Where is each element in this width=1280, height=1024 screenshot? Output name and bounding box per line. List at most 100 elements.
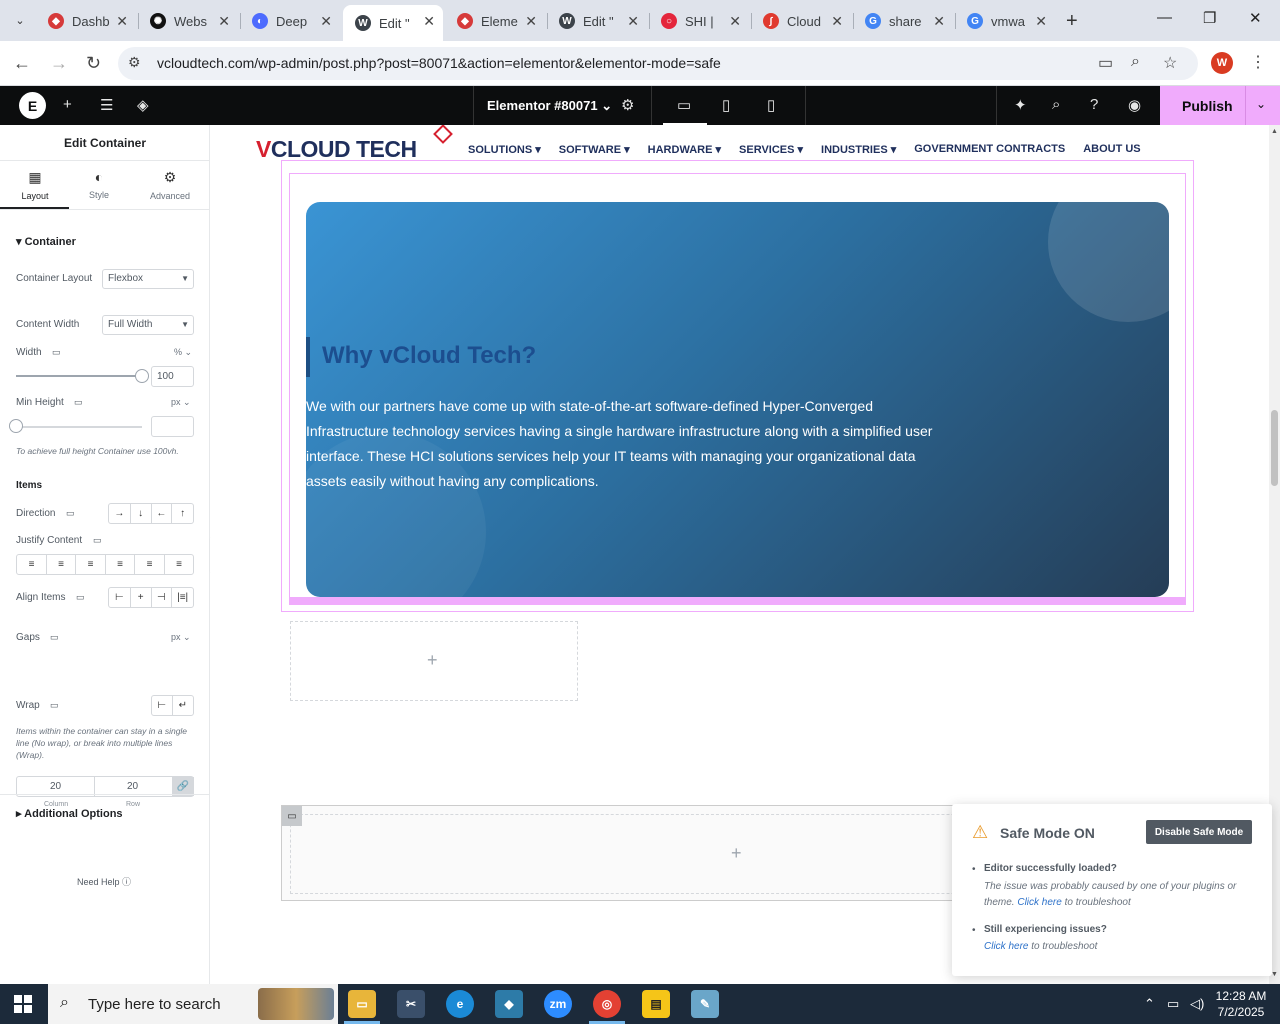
scroll-up-icon[interactable]: ▲ <box>1271 128 1278 135</box>
align-center-icon[interactable]: + <box>131 588 152 607</box>
bookmark-star-icon[interactable]: ☆ <box>1163 53 1177 73</box>
taskbar-search[interactable]: ⌕ Type here to search <box>48 984 338 1024</box>
taskbar-clock[interactable]: 12:28 AM 7/2/2025 <box>1210 988 1272 1020</box>
browser-tab[interactable]: G vmwa ✕ <box>955 5 1055 37</box>
direction-row-icon[interactable]: → <box>109 504 131 523</box>
nav-item-industries[interactable]: INDUSTRIES ▾ <box>821 143 896 156</box>
scrollbar-thumb[interactable] <box>1271 410 1278 486</box>
url-text[interactable]: vcloudtech.com/wp-admin/post.php?post=80… <box>157 55 721 71</box>
browser-tab-active[interactable]: W Edit " ✕ <box>343 5 443 41</box>
browser-tab[interactable]: ◆ Dashb ✕ <box>36 5 136 37</box>
browser-tab[interactable]: ◐ Deep ✕ <box>240 5 340 37</box>
site-logo[interactable]: VCLOUD TECH <box>256 136 417 163</box>
hero-heading[interactable]: Why vCloud Tech? <box>322 342 536 370</box>
close-tab-icon[interactable]: ✕ <box>218 13 230 30</box>
close-tab-icon[interactable]: ✕ <box>116 13 128 30</box>
responsive-monitor-icon[interactable]: ▭ <box>76 592 85 603</box>
app-diamond-icon[interactable]: ◆ <box>495 990 523 1018</box>
direction-column-reverse-icon[interactable]: ↑ <box>172 504 193 523</box>
width-input[interactable]: 100 <box>151 366 194 387</box>
browser-tab[interactable]: G share ✕ <box>853 5 953 37</box>
container-handle-icon[interactable]: ▭ <box>282 806 302 826</box>
close-tab-icon[interactable]: ✕ <box>423 13 435 30</box>
browser-tab[interactable]: W Edit " ✕ <box>547 5 647 37</box>
add-element-plus-icon[interactable]: + <box>427 650 438 671</box>
tab-search-button[interactable]: ⌄ <box>8 8 32 32</box>
minimize-button[interactable]: — <box>1157 9 1172 26</box>
align-stretch-icon[interactable]: |≡| <box>172 588 193 607</box>
close-tab-icon[interactable]: ✕ <box>627 13 639 30</box>
volume-icon[interactable]: ◁) <box>1190 996 1204 1012</box>
tray-chevron-icon[interactable]: ⌃ <box>1144 996 1155 1012</box>
browser-tab[interactable]: ∫ Cloud ✕ <box>751 5 851 37</box>
direction-column-icon[interactable]: ↓ <box>131 504 152 523</box>
reload-button[interactable]: ↻ <box>86 53 101 74</box>
close-window-button[interactable]: ✕ <box>1249 9 1262 27</box>
profile-avatar[interactable]: W <box>1211 52 1233 74</box>
close-tab-icon[interactable]: ✕ <box>729 13 741 30</box>
restore-button[interactable]: ❐ <box>1203 9 1216 27</box>
edge-icon[interactable]: e <box>446 990 474 1018</box>
zoom-icon[interactable]: ⌕ <box>1131 53 1140 71</box>
tab-advanced[interactable]: ⚙ Advanced <box>135 169 205 201</box>
justify-space-between-icon[interactable]: ≡ <box>106 555 135 574</box>
notes-icon[interactable]: ✦ <box>1014 96 1027 114</box>
browser-menu-icon[interactable]: ⋮ <box>1250 52 1266 72</box>
gap-row-input[interactable]: 20 <box>94 781 171 792</box>
nav-item-hardware[interactable]: HARDWARE ▾ <box>648 143 721 156</box>
elementor-logo-icon[interactable]: E <box>19 92 46 119</box>
browser-tab[interactable]: ✺ Webs ✕ <box>138 5 238 37</box>
scroll-down-icon[interactable]: ▼ <box>1271 971 1278 978</box>
publish-options-chevron-icon[interactable]: ⌄ <box>1256 97 1266 111</box>
new-tab-button[interactable]: + <box>1066 10 1078 33</box>
wrap-icon[interactable]: ↵ <box>173 696 193 715</box>
network-icon[interactable]: ▭ <box>1167 996 1179 1012</box>
site-info-icon[interactable]: ⚙ <box>128 54 141 71</box>
nav-item-solutions[interactable]: SOLUTIONS ▾ <box>468 143 541 156</box>
responsive-monitor-icon[interactable]: ▭ <box>66 508 75 519</box>
justify-end-icon[interactable]: ≡ <box>76 555 106 574</box>
container-layout-select[interactable]: Flexbox ▼ <box>102 269 194 289</box>
nav-item-software[interactable]: SOFTWARE ▾ <box>559 143 630 156</box>
nav-item-government-contracts[interactable]: GOVERNMENT CONTRACTS <box>914 143 1065 156</box>
close-tab-icon[interactable]: ✕ <box>320 13 332 30</box>
nav-item-services[interactable]: SERVICES ▾ <box>739 143 803 156</box>
forward-button[interactable]: → <box>50 53 68 74</box>
structure-icon[interactable]: ◈ <box>137 96 149 114</box>
tab-layout[interactable]: ▦ Layout <box>0 169 70 201</box>
file-explorer-icon[interactable]: ▭ <box>348 990 376 1018</box>
no-wrap-icon[interactable]: ⊢ <box>152 696 173 715</box>
hero-card[interactable]: Why vCloud Tech? We with our partners ha… <box>306 202 1169 597</box>
responsive-monitor-icon[interactable]: ▭ <box>74 397 83 408</box>
empty-container[interactable]: + <box>290 621 578 701</box>
tab-style[interactable]: ◐ Style <box>64 169 134 200</box>
browser-tab[interactable]: ◆ Eleme ✕ <box>445 5 545 37</box>
direction-row-reverse-icon[interactable]: ← <box>152 504 173 523</box>
chrome-icon[interactable]: ◎ <box>593 990 621 1018</box>
help-icon[interactable]: ? <box>1090 96 1098 113</box>
width-slider-handle[interactable] <box>135 369 149 383</box>
troubleshoot-link[interactable]: Click here <box>1017 897 1061 908</box>
gap-column-input[interactable]: 20 <box>17 781 94 792</box>
search-icon[interactable]: ⌕ <box>1052 96 1060 113</box>
add-element-icon[interactable]: + <box>63 96 72 113</box>
cast-blocked-icon[interactable]: ▭ <box>1098 53 1113 73</box>
mobile-view-icon[interactable]: ▯ <box>767 96 775 114</box>
responsive-monitor-icon[interactable]: ▭ <box>50 700 59 711</box>
zoom-icon[interactable]: zm <box>544 990 572 1018</box>
browser-tab[interactable]: ○ SHI | ✕ <box>649 5 749 37</box>
justify-space-around-icon[interactable]: ≡ <box>135 555 165 574</box>
responsive-monitor-icon[interactable]: ▭ <box>52 347 61 358</box>
notepad-icon[interactable]: ✎ <box>691 990 719 1018</box>
need-help-link[interactable]: Need Help ⓘ <box>77 875 131 888</box>
justify-center-icon[interactable]: ≡ <box>47 555 76 574</box>
content-width-select[interactable]: Full Width ▼ <box>102 315 194 335</box>
gaps-unit-select[interactable]: px ⌄ <box>171 632 191 643</box>
snipping-tool-icon[interactable]: ✂ <box>397 990 425 1018</box>
close-tab-icon[interactable]: ✕ <box>933 13 945 30</box>
address-bar[interactable]: ⚙ vcloudtech.com/wp-admin/post.php?post=… <box>118 47 1198 80</box>
troubleshoot-link[interactable]: Click here <box>984 941 1028 952</box>
min-height-input[interactable] <box>151 416 194 437</box>
close-tab-icon[interactable]: ✕ <box>1035 13 1047 30</box>
close-tab-icon[interactable]: ✕ <box>831 13 843 30</box>
